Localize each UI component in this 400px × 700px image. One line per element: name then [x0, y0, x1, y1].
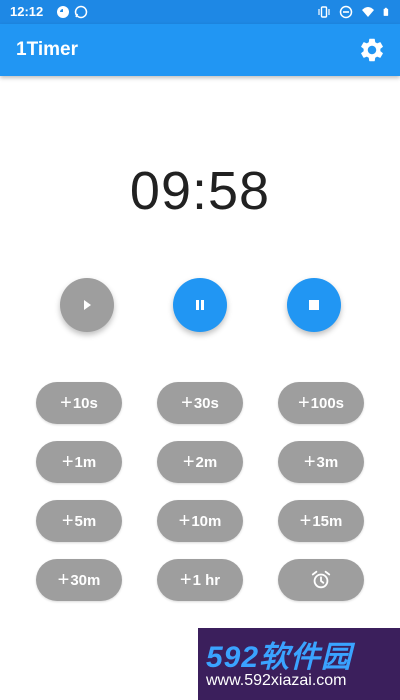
dnd-icon	[339, 5, 353, 19]
add-10s-button[interactable]: +10s	[36, 382, 122, 424]
plus-icon: +	[303, 451, 316, 473]
add-2m-button[interactable]: +2m	[157, 441, 243, 483]
wifi-icon	[362, 7, 374, 17]
stop-button[interactable]	[287, 278, 341, 332]
add-button-label: 2m	[195, 453, 218, 471]
stop-icon	[309, 300, 319, 310]
whatsapp-icon	[74, 5, 88, 19]
vibrate-icon	[318, 6, 330, 18]
play-icon	[84, 300, 91, 310]
add-1hr-button[interactable]: +1 hr	[157, 559, 243, 601]
status-bar: 12:12	[0, 0, 400, 24]
watermark-url: www.592xiazai.com	[206, 672, 347, 689]
add-button-label: 1m	[74, 453, 97, 471]
add-button-label: 15m	[312, 512, 343, 530]
add-30m-button[interactable]: +30m	[36, 559, 122, 601]
plus-icon: +	[181, 392, 193, 414]
alarm-icon	[311, 570, 331, 589]
add-button-label: 1 hr	[192, 571, 221, 589]
add-button-label: 5m	[74, 512, 97, 530]
play-button[interactable]	[60, 278, 114, 332]
add-button-label: 30s	[193, 394, 219, 412]
add-3m-button[interactable]: +3m	[278, 441, 364, 483]
add-button-label: 100s	[310, 394, 345, 412]
timer-display: 09:58	[129, 161, 271, 221]
app-title: 1Timer	[16, 39, 78, 60]
app-bar: 1Timer	[0, 24, 400, 76]
add-button-label: 3m	[316, 453, 339, 471]
plus-icon: +	[179, 569, 192, 591]
add-1m-button[interactable]: +1m	[36, 441, 122, 483]
battery-icon	[383, 7, 389, 16]
status-time: 12:12	[10, 4, 44, 19]
status-left-icons	[56, 5, 88, 19]
plus-icon: +	[297, 392, 310, 414]
status-right-icons	[317, 5, 392, 19]
add-30s-button[interactable]: +30s	[157, 382, 243, 424]
plus-icon: +	[61, 451, 74, 473]
alarm-button[interactable]	[278, 559, 364, 601]
watermark-brand: 592软件园	[206, 641, 353, 674]
add-15m-button[interactable]: +15m	[278, 500, 364, 542]
add-button-label: 10m	[191, 512, 222, 530]
plus-icon: +	[60, 392, 72, 414]
notification-icon	[57, 6, 69, 18]
plus-icon: +	[57, 569, 70, 591]
plus-icon: +	[61, 510, 74, 532]
plus-icon: +	[182, 451, 195, 473]
add-10m-button[interactable]: +10m	[157, 500, 243, 542]
add-100s-button[interactable]: +100s	[278, 382, 364, 424]
plus-icon: +	[299, 510, 312, 532]
plus-icon: +	[178, 510, 191, 532]
watermark: 592软件园 www.592xiazai.com	[198, 628, 400, 700]
add-5m-button[interactable]: +5m	[36, 500, 122, 542]
add-button-label: 30m	[70, 571, 101, 589]
gear-icon[interactable]	[358, 36, 386, 64]
pause-button[interactable]	[173, 278, 227, 332]
pause-icon	[196, 300, 204, 310]
add-button-label: 10s	[72, 394, 98, 412]
